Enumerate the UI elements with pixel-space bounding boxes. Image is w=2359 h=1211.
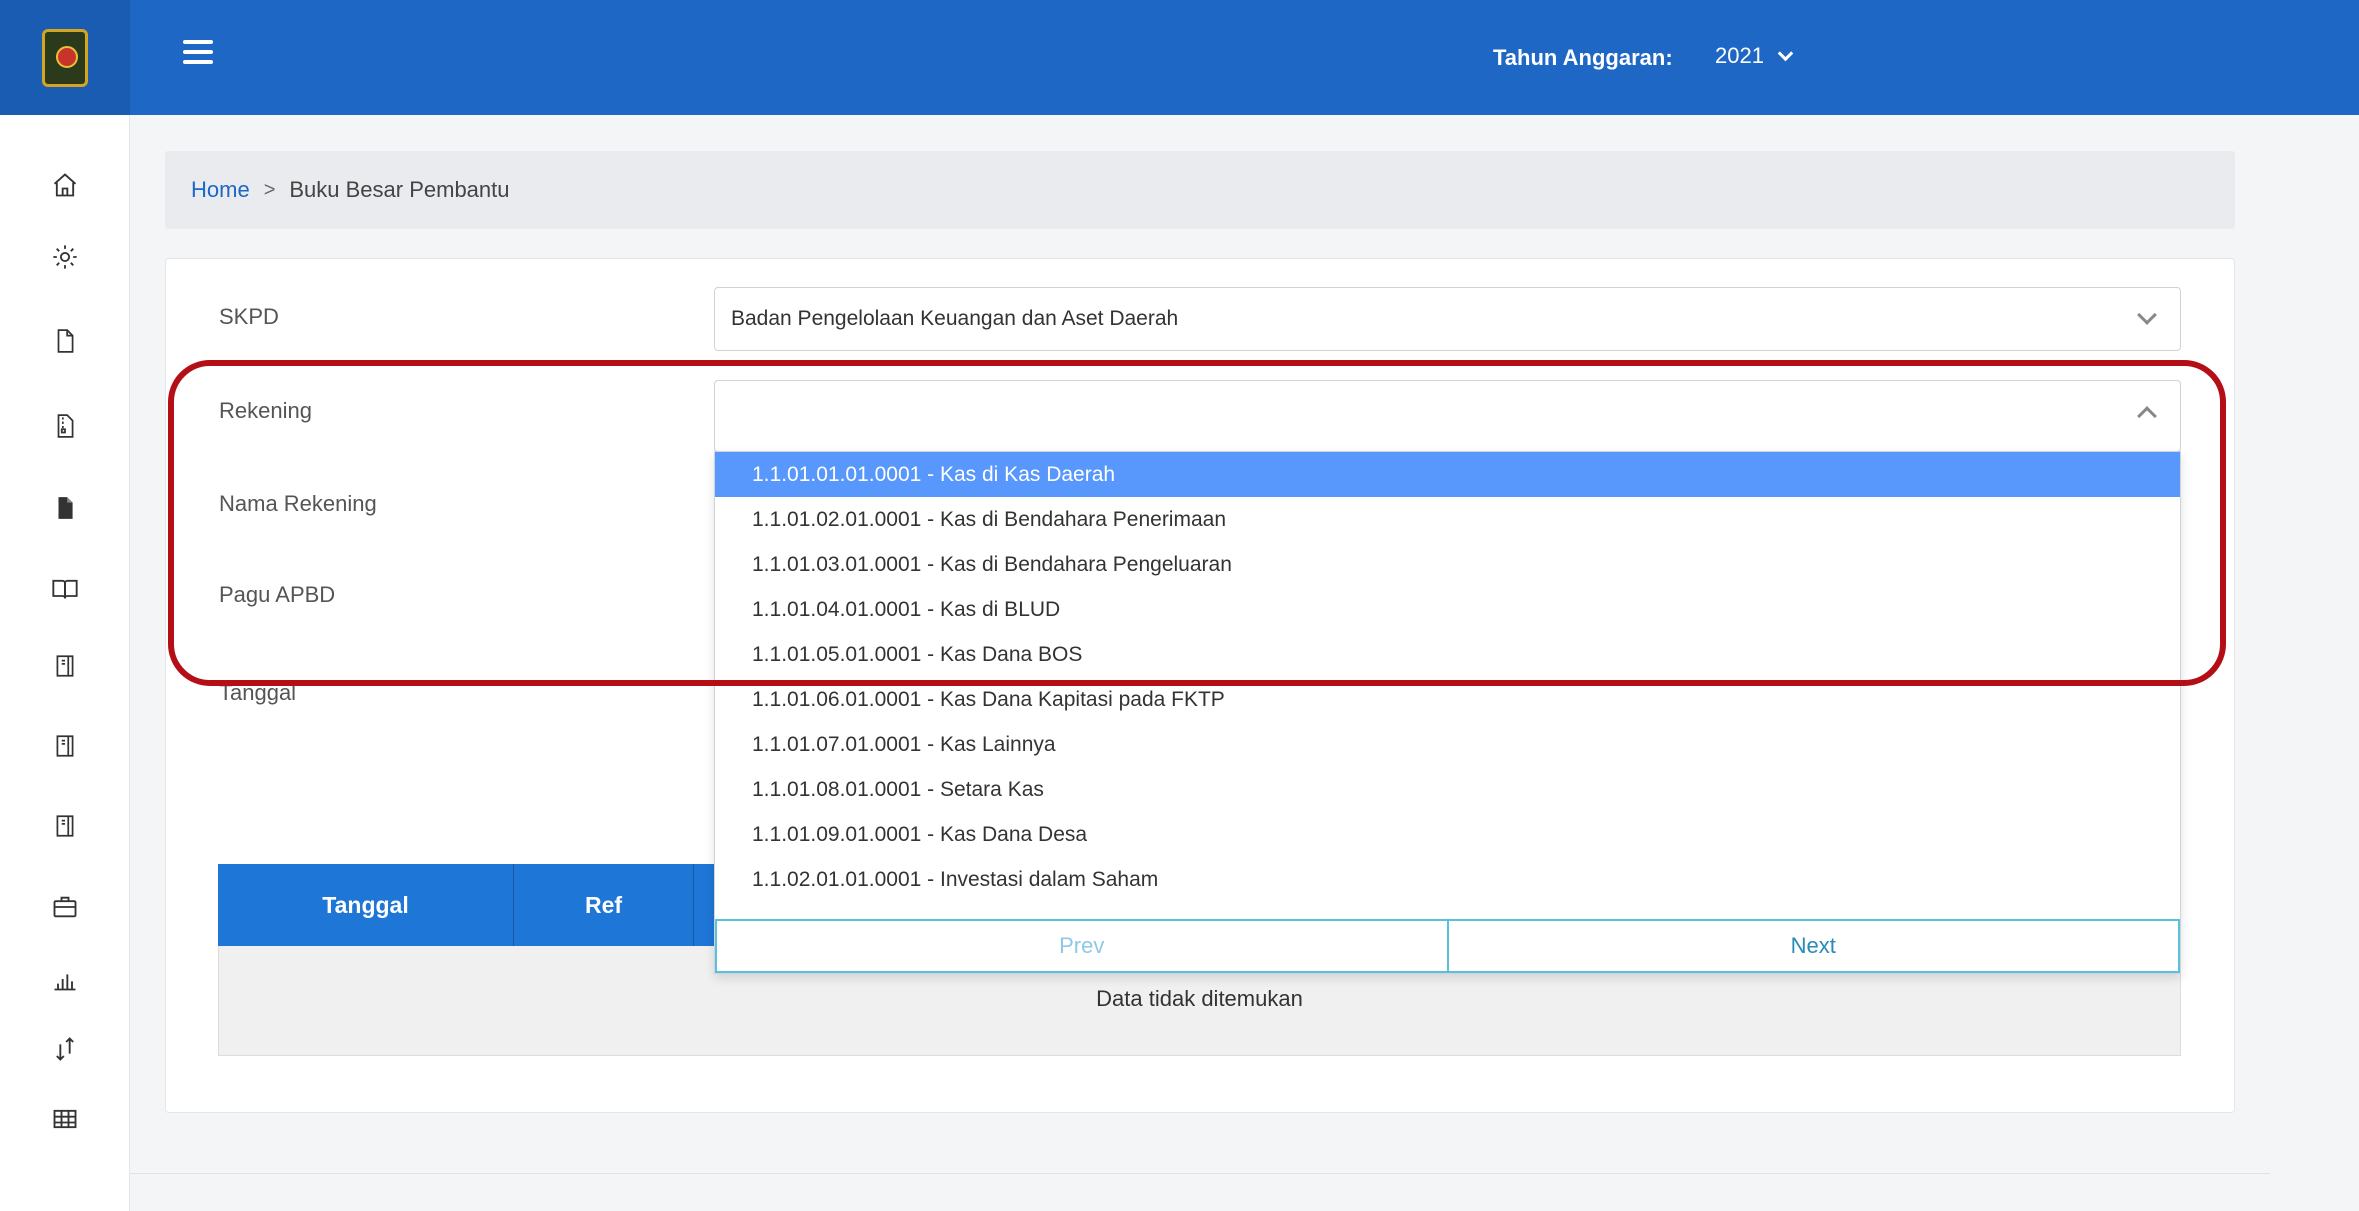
rekening-dropdown: 1.1.01.01.01.0001 - Kas di Kas Daerah 1.… (714, 451, 2181, 974)
table-grid-icon[interactable] (50, 1105, 80, 1135)
breadcrumb-separator: > (263, 178, 276, 201)
notebook-icon[interactable] (50, 652, 80, 682)
logo-container[interactable] (0, 0, 130, 115)
menu-toggle-icon[interactable] (183, 40, 213, 64)
skpd-select-value: Badan Pengelolaan Keuangan dan Aset Daer… (731, 307, 1179, 330)
skpd-label: SKPD (219, 304, 279, 329)
breadcrumb-current: Buku Besar Pembantu (289, 177, 510, 202)
column-header-ref[interactable]: Ref (514, 864, 694, 946)
dropdown-option[interactable]: 1.1.02.01.01.0001 - Investasi dalam Saha… (715, 857, 2180, 902)
bar-chart-icon[interactable] (50, 965, 80, 995)
gear-icon[interactable] (50, 243, 80, 273)
breadcrumb-home-link[interactable]: Home (191, 177, 250, 203)
dropdown-option[interactable]: 1.1.01.09.01.0001 - Kas Dana Desa (715, 812, 2180, 857)
rekening-select[interactable] (714, 380, 2181, 452)
book-icon[interactable] (50, 575, 80, 605)
prev-button[interactable]: Prev (715, 919, 1448, 973)
notebook-icon[interactable] (50, 812, 80, 842)
dropdown-option[interactable]: 1.1.01.06.01.0001 - Kas Dana Kapitasi pa… (715, 677, 2180, 722)
file-icon[interactable] (50, 327, 80, 357)
chevron-up-icon (2137, 406, 2157, 426)
dropdown-option[interactable]: 1.1.01.08.01.0001 - Setara Kas (715, 767, 2180, 812)
dropdown-option[interactable]: 1.1.01.02.01.0001 - Kas di Bendahara Pen… (715, 497, 2180, 542)
dropdown-option[interactable]: 1.1.01.03.01.0001 - Kas di Bendahara Pen… (715, 542, 2180, 587)
briefcase-icon[interactable] (50, 893, 80, 923)
tanggal-label: Tanggal (219, 680, 297, 705)
sort-arrows-icon[interactable] (50, 1035, 80, 1065)
year-select[interactable]: 2021 (1715, 43, 1794, 69)
dropdown-pagination: Prev Next (715, 919, 2180, 973)
year-label: Tahun Anggaran: (1493, 45, 1673, 70)
dropdown-option[interactable]: 1.1.01.07.01.0001 - Kas Lainnya (715, 722, 2180, 767)
file-zip-icon[interactable] (50, 412, 80, 442)
column-header-tanggal[interactable]: Tanggal (218, 864, 514, 946)
top-navbar: Tahun Anggaran: 2021 (0, 0, 2359, 115)
empty-message: Data tidak ditemukan (1096, 986, 1303, 1011)
breadcrumb: Home > Buku Besar Pembantu (165, 151, 2235, 229)
chevron-down-icon (1777, 45, 1794, 61)
year-value: 2021 (1715, 43, 1764, 68)
notebook-icon[interactable] (50, 732, 80, 762)
pagu-apbd-label: Pagu APBD (219, 582, 336, 607)
sidebar (0, 115, 130, 1211)
chevron-down-icon (2137, 305, 2157, 325)
file-filled-icon[interactable] (50, 494, 80, 524)
rekening-label: Rekening (219, 398, 312, 423)
skpd-select[interactable]: Badan Pengelolaan Keuangan dan Aset Daer… (714, 287, 2181, 351)
home-icon[interactable] (50, 171, 80, 201)
footer-divider (130, 1173, 2270, 1174)
logo (42, 28, 88, 87)
nama-rekening-label: Nama Rekening (219, 491, 377, 516)
dropdown-option[interactable]: 1.1.01.01.01.0001 - Kas di Kas Daerah (715, 452, 2180, 497)
dropdown-option[interactable]: 1.1.01.05.01.0001 - Kas Dana BOS (715, 632, 2180, 677)
next-button[interactable]: Next (1447, 919, 2180, 973)
dropdown-option[interactable]: 1.1.01.04.01.0001 - Kas di BLUD (715, 587, 2180, 632)
